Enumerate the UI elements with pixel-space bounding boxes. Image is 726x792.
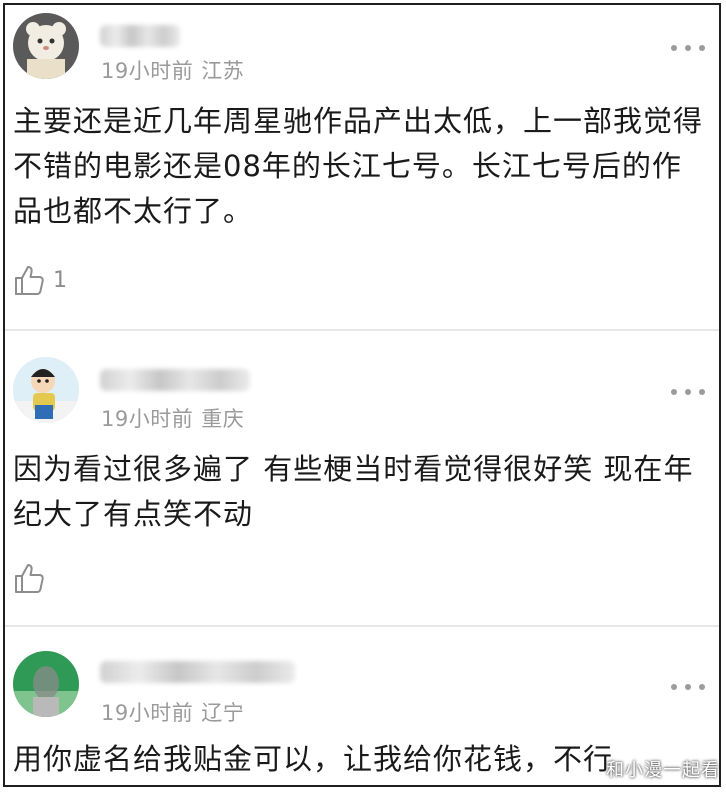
avatar[interactable] xyxy=(13,357,79,423)
more-dots-icon[interactable] xyxy=(671,683,705,691)
thumbs-up-icon xyxy=(15,266,44,295)
more-dots-icon[interactable] xyxy=(671,44,705,52)
comment-meta: 19小时前 重庆 xyxy=(101,403,244,433)
comment-text: 因为看过很多遍了 有些梗当时看觉得很好笑 现在年纪大了有点笑不动 xyxy=(13,452,694,531)
comment-item: 19小时前 重庆 因为看过很多遍了 有些梗当时看觉得很好笑 现在年纪大了有点笑不动 xyxy=(5,331,719,626)
thumbs-up-icon xyxy=(15,564,44,593)
comment-meta: 19小时前 江苏 xyxy=(101,55,244,85)
comment-location: 重庆 xyxy=(201,407,245,431)
username[interactable] xyxy=(100,369,250,391)
username[interactable] xyxy=(100,25,180,47)
like-button[interactable]: 1 xyxy=(13,263,67,297)
comment-list: 19小时前 江苏 主要还是近几年周星驰作品产出太低，上一部我觉得不错的电影还是08… xyxy=(3,3,721,787)
comment-time: 19小时前 xyxy=(101,59,194,83)
comment-meta: 19小时前 辽宁 xyxy=(101,697,244,727)
comment-time: 19小时前 xyxy=(101,701,194,725)
watermark: 和小漫一起看 xyxy=(606,760,720,781)
comment-location: 辽宁 xyxy=(201,701,245,725)
more-dots-icon[interactable] xyxy=(671,388,705,396)
comment-time: 19小时前 xyxy=(101,407,194,431)
comment-text: 主要还是近几年周星驰作品产出太低，上一部我觉得不错的电影还是08年的长江七号。长… xyxy=(13,104,704,228)
comment-item: 19小时前 江苏 主要还是近几年周星驰作品产出太低，上一部我觉得不错的电影还是08… xyxy=(5,5,719,330)
like-count: 1 xyxy=(53,267,67,293)
username[interactable] xyxy=(100,661,295,683)
comment-location: 江苏 xyxy=(201,59,245,83)
avatar[interactable] xyxy=(13,651,79,717)
like-button[interactable] xyxy=(13,561,53,595)
avatar[interactable] xyxy=(13,13,79,79)
